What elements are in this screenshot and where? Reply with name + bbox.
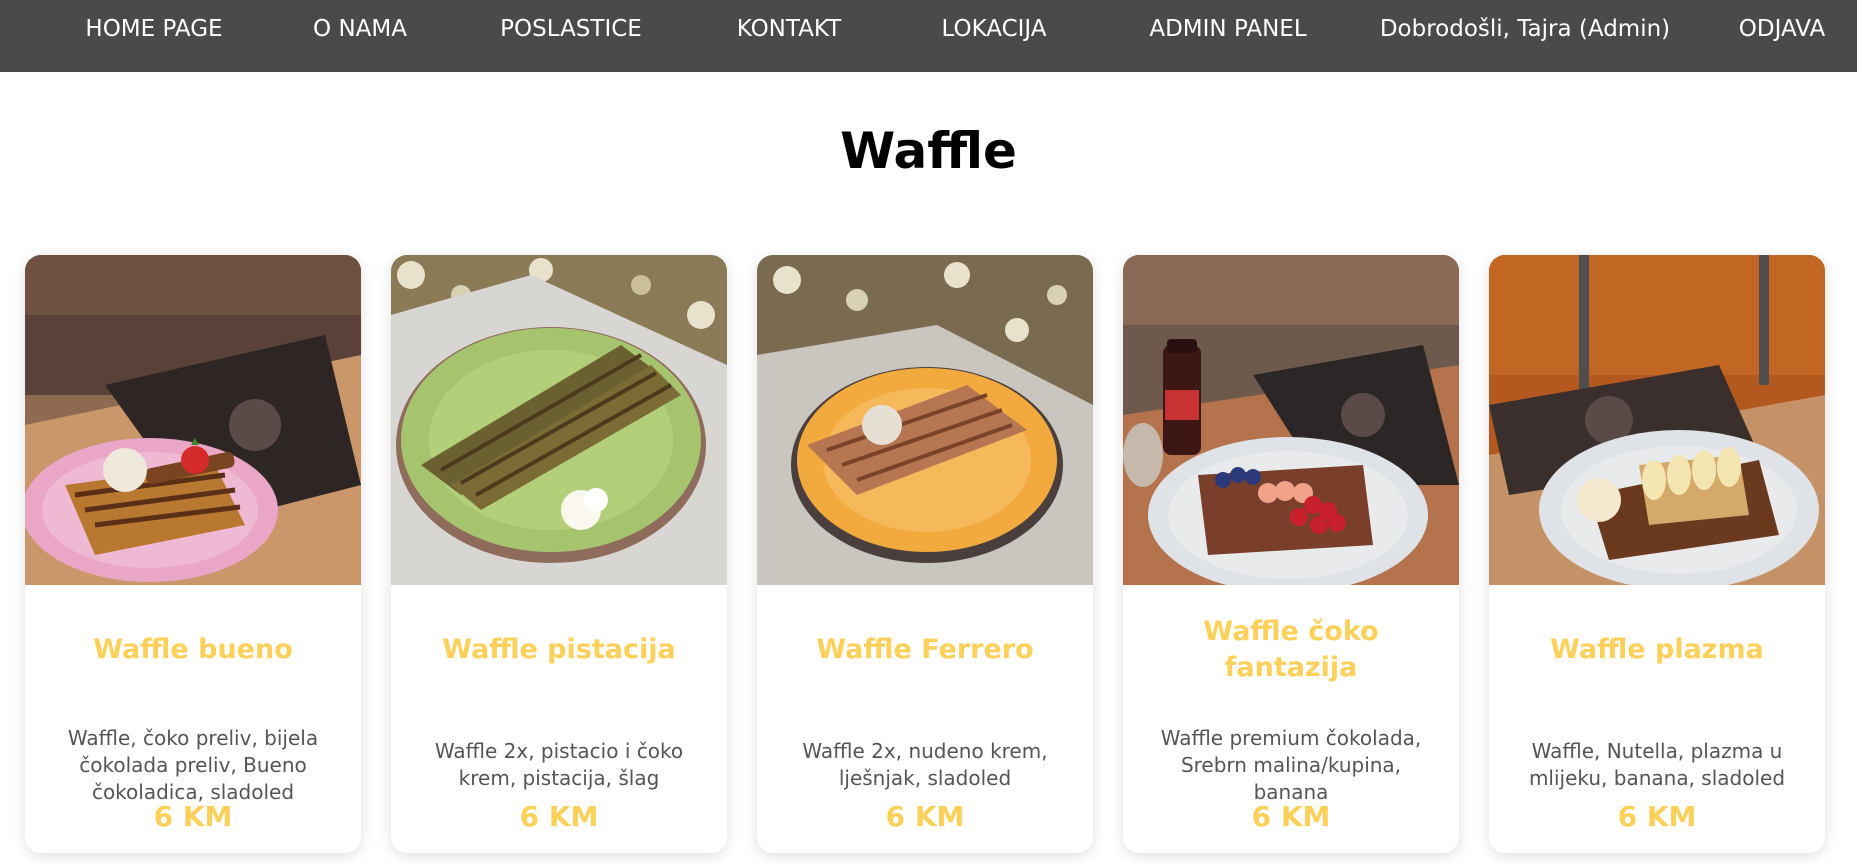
product-card-body: Waffle Ferrero Waffle 2x, nudeno krem, l… <box>757 585 1093 853</box>
nav-welcome-user: Dobrodošli, Tajra (Admin) <box>1379 16 1671 42</box>
nav-home-page-link[interactable]: HOME PAGE <box>52 0 256 58</box>
nav-o-nama-link[interactable]: O NAMA <box>293 0 427 58</box>
product-card[interactable]: Waffle Ferrero Waffle 2x, nudeno krem, l… <box>757 255 1093 853</box>
nav-poslastice-link[interactable]: POSLASTICE <box>478 0 664 58</box>
product-image <box>1123 255 1459 585</box>
product-image <box>25 255 361 585</box>
nav-kontakt-link[interactable]: KONTAKT <box>718 0 860 58</box>
product-image <box>757 255 1093 585</box>
product-price: 6 KM <box>519 800 599 833</box>
nav-odjava-link[interactable]: ODJAVA <box>1726 0 1838 58</box>
product-card[interactable]: Waffle bueno Waffle, čoko preliv, bijela… <box>25 255 361 853</box>
page-title: Waffle <box>840 122 1017 180</box>
product-image <box>1489 255 1825 585</box>
product-card-body: Waffle čoko fantazija Waffle premium čok… <box>1123 585 1459 853</box>
product-price: 6 KM <box>885 800 965 833</box>
product-card[interactable]: Waffle plazma Waffle, Nutella, plazma u … <box>1489 255 1825 853</box>
nav-lokacija-link[interactable]: LOKACIJA <box>918 0 1070 58</box>
nav-admin-panel-link[interactable]: ADMIN PANEL <box>1128 0 1328 58</box>
product-card[interactable]: Waffle čoko fantazija Waffle premium čok… <box>1123 255 1459 853</box>
navbar: HOME PAGE O NAMA POSLASTICE KONTAKT LOKA… <box>0 0 1857 72</box>
product-price: 6 KM <box>1251 800 1331 833</box>
product-card[interactable]: Waffle pistacija Waffle 2x, pistacio i č… <box>391 255 727 853</box>
product-card-body: Waffle bueno Waffle, čoko preliv, bijela… <box>25 585 361 853</box>
product-card-body: Waffle plazma Waffle, Nutella, plazma u … <box>1489 585 1825 853</box>
product-price: 6 KM <box>1617 800 1697 833</box>
product-image <box>391 255 727 585</box>
product-price: 6 KM <box>153 800 233 833</box>
product-card-body: Waffle pistacija Waffle 2x, pistacio i č… <box>391 585 727 853</box>
